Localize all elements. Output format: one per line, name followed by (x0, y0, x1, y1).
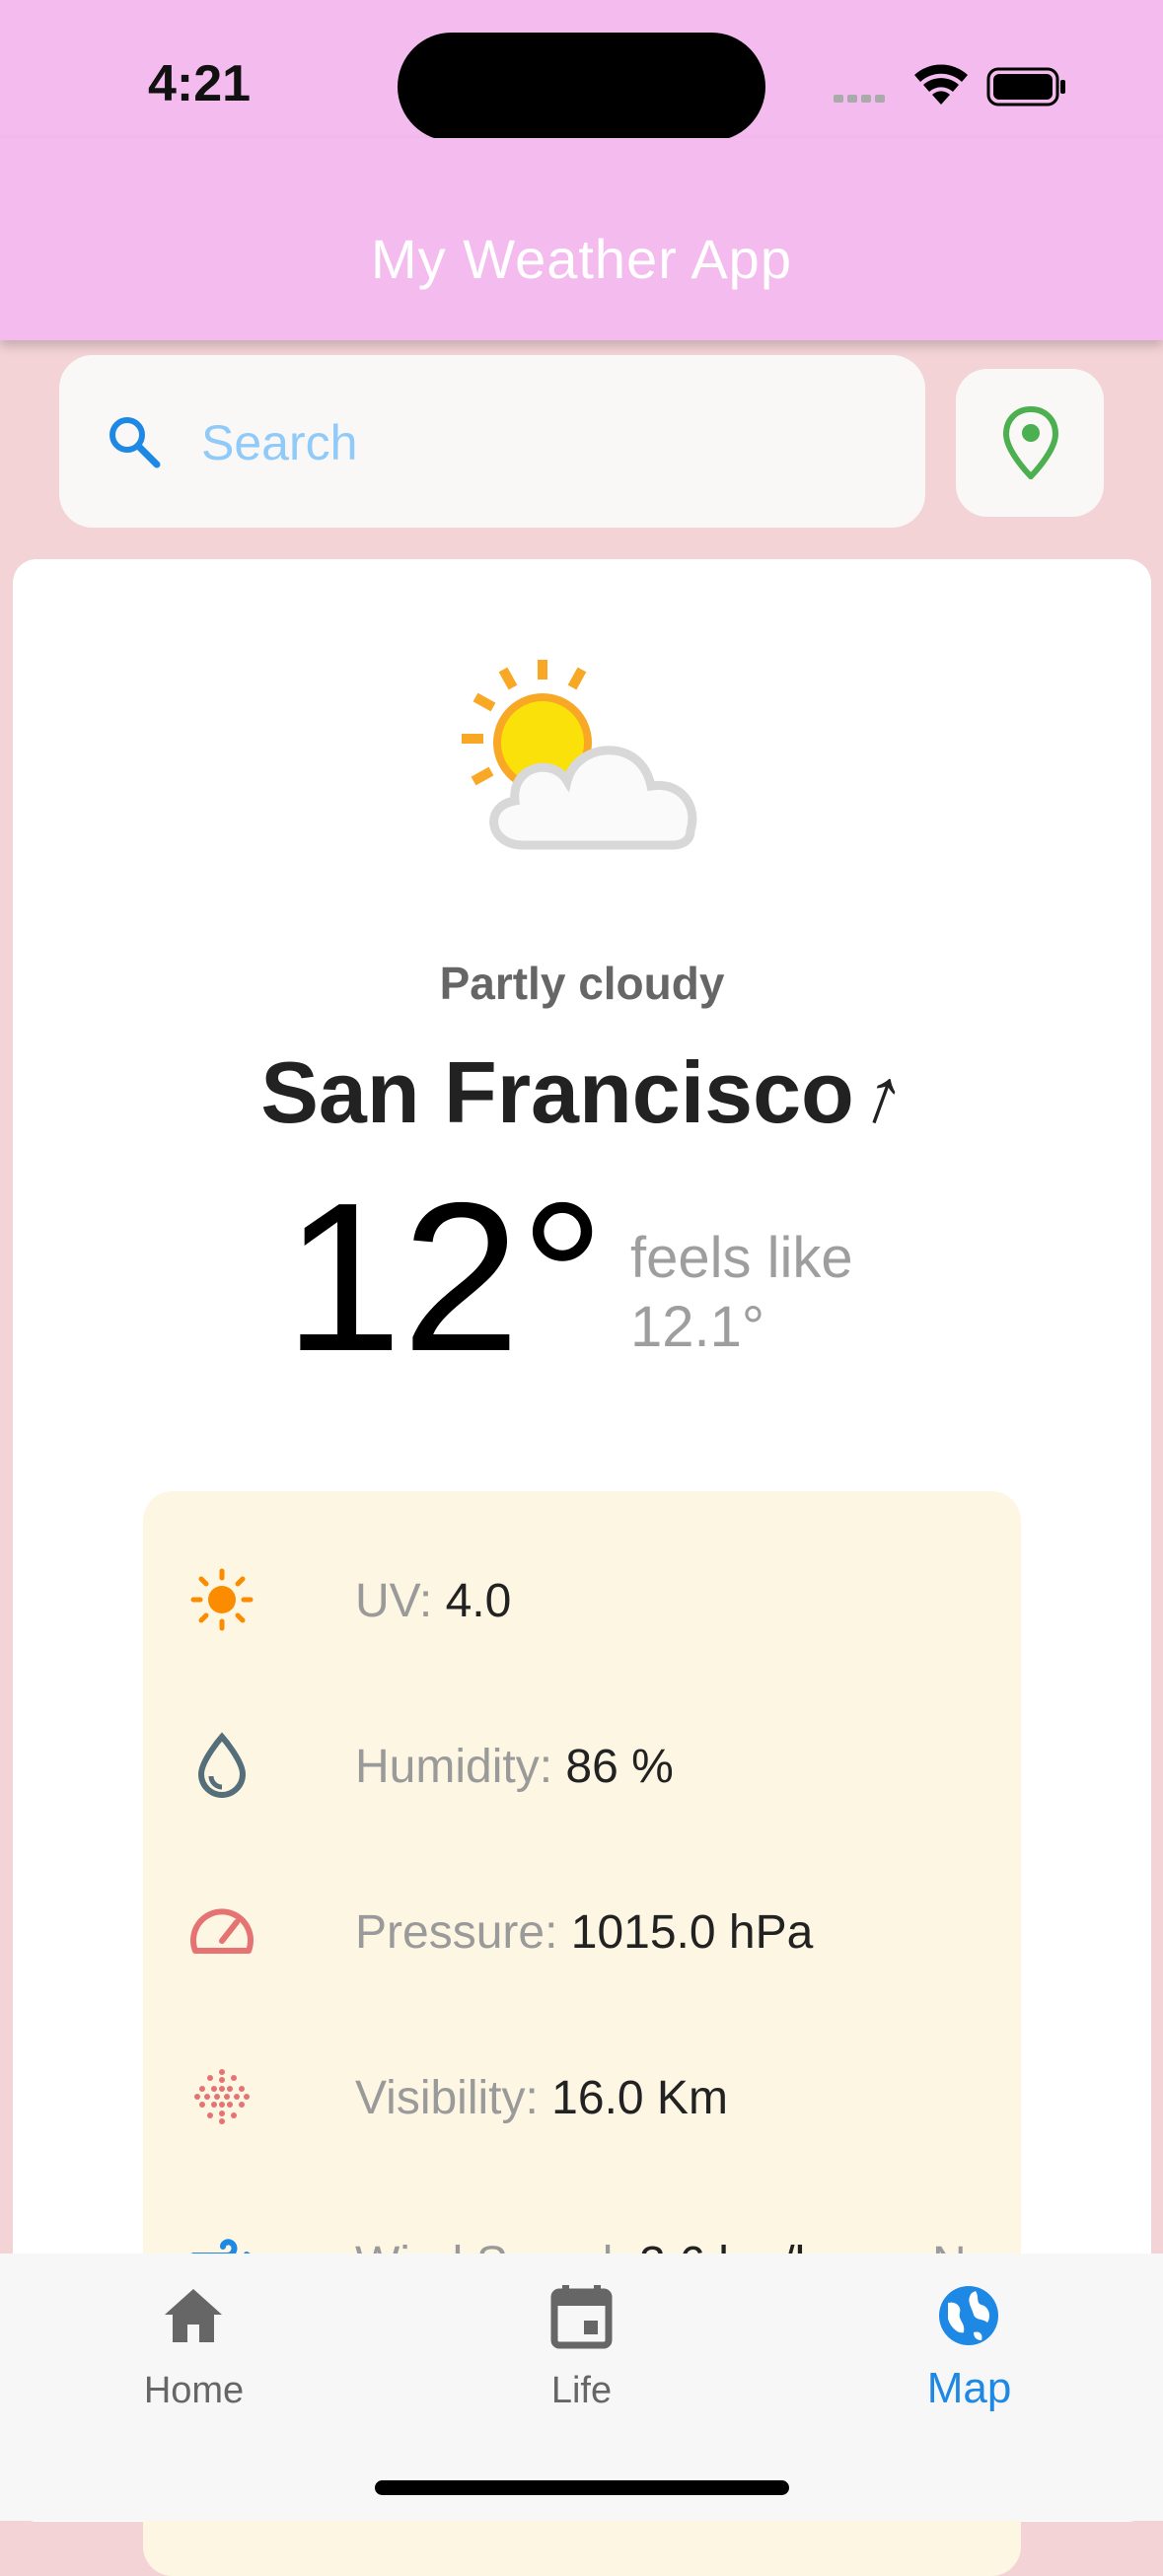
detail-value: 1015.0 hPa (570, 1906, 814, 1959)
speedometer-icon (190, 1908, 254, 1954)
nav-label: Life (550, 2370, 613, 2411)
globe-icon (939, 2286, 998, 2345)
nav-life[interactable]: Life (388, 2254, 775, 2431)
weather-card: Partly cloudy San Francisco↑ 12° feels l… (13, 559, 1151, 2576)
app-bar: My Weather App (0, 138, 1163, 340)
search-box[interactable] (59, 355, 925, 528)
calendar-icon (550, 2285, 613, 2349)
detail-value: 86 % (565, 1741, 674, 1793)
detail-label: Pressure: 1015.0 hPa (355, 1906, 814, 1959)
wifi-icon (914, 64, 968, 105)
detail-label: Visibility: 16.0 Km (355, 2072, 728, 2124)
location-pin-icon (1003, 406, 1058, 479)
current-location-button[interactable] (956, 369, 1104, 517)
visibility-dots-icon (194, 2069, 250, 2124)
nav-label: Home (143, 2370, 245, 2411)
signal-icon (834, 95, 885, 103)
detail-row-humidity: Humidity: 86 % (143, 1716, 1021, 1815)
nav-map[interactable]: Map (775, 2254, 1163, 2431)
battery-icon (986, 67, 1065, 107)
search-icon (109, 417, 161, 468)
status-bar: 4:21 (0, 0, 1163, 141)
sun-icon (190, 1568, 254, 1631)
detail-value: 4.0 (445, 1575, 512, 1627)
feels-like-value: 12.1° (630, 1295, 765, 1359)
wind-direction-arrow-icon: ↑ (849, 1046, 917, 1144)
city-row: San Francisco↑ (13, 1042, 1151, 1143)
status-time: 4:21 (148, 55, 252, 112)
detail-value: 16.0 Km (551, 2072, 728, 2124)
water-drop-icon (197, 1732, 247, 1799)
feels-like-label: feels like (630, 1226, 853, 1290)
nav-label: Map (926, 2364, 1012, 2412)
home-icon (165, 2289, 222, 2342)
detail-label: Humidity: 86 % (355, 1741, 674, 1793)
temperature: 12° (284, 1158, 606, 1395)
city-name: San Francisco (260, 1043, 854, 1141)
detail-row-visibility: Visibility: 16.0 Km (143, 2047, 1021, 2146)
status-icons (834, 64, 1065, 107)
search-input[interactable] (199, 394, 894, 490)
nav-home[interactable]: Home (0, 2254, 388, 2431)
app-title: My Weather App (371, 228, 792, 290)
home-indicator (375, 2480, 789, 2495)
dynamic-island (398, 33, 765, 141)
partly-cloudy-icon (462, 660, 697, 850)
detail-row-pressure: Pressure: 1015.0 hPa (143, 1882, 1021, 1980)
detail-label: UV: 4.0 (355, 1575, 512, 1627)
weather-condition: Partly cloudy (439, 958, 725, 1009)
detail-row-uv: UV: 4.0 (143, 1550, 1021, 1649)
